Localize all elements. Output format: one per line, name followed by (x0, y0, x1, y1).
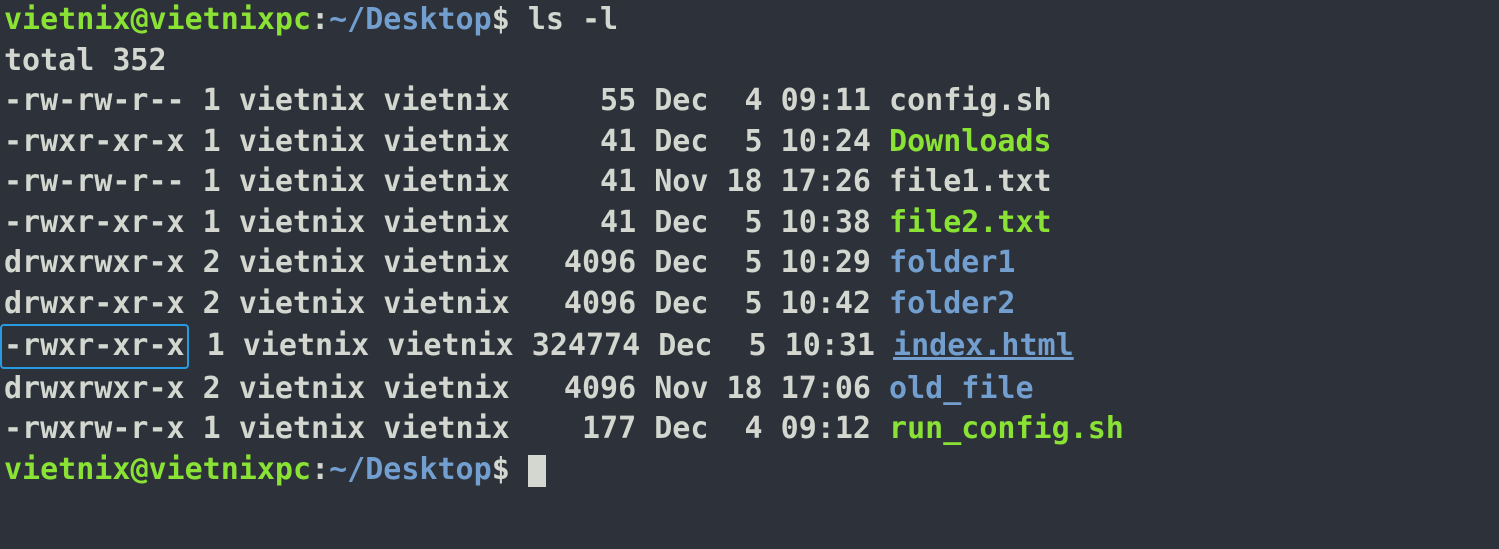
file-row: -rwxrw-r-x 1 vietnix vietnix 177 Dec 4 0… (4, 409, 1495, 450)
permissions: drwxr-xr-x (4, 286, 185, 321)
command-text (510, 2, 528, 37)
permissions: -rwxr-xr-x (4, 124, 185, 159)
file-name: run_config.sh (889, 411, 1124, 446)
terminal[interactable]: vietnix@vietnixpc:~/Desktop$ ls -l total… (0, 0, 1499, 490)
permissions: -rw-rw-r-- (4, 164, 185, 199)
prompt-dollar: $ (492, 452, 510, 487)
permissions-highlight: -rwxr-xr-x (0, 324, 189, 369)
file-meta: 2 vietnix vietnix 4096 Nov 18 17:06 (185, 371, 889, 406)
file-name: Downloads (889, 124, 1052, 159)
file-name: file1.txt (889, 164, 1052, 199)
prompt-line-2: vietnix@vietnixpc:~/Desktop$ (4, 450, 1495, 491)
prompt-user: vietnix (4, 2, 130, 37)
prompt-host: vietnixpc (149, 452, 312, 487)
file-meta: 1 vietnix vietnix 177 Dec 4 09:12 (185, 411, 889, 446)
file-meta: 2 vietnix vietnix 4096 Dec 5 10:29 (185, 245, 889, 280)
prompt-path: ~/Desktop (329, 2, 492, 37)
file-name: folder1 (889, 245, 1015, 280)
prompt-line-1: vietnix@vietnixpc:~/Desktop$ ls -l (4, 0, 1495, 41)
file-row: drwxrwxr-x 2 vietnix vietnix 4096 Dec 5 … (4, 243, 1495, 284)
file-listing: -rw-rw-r-- 1 vietnix vietnix 55 Dec 4 09… (4, 81, 1495, 450)
permissions: -rwxrw-r-x (4, 411, 185, 446)
file-row: -rwxr-xr-x 1 vietnix vietnix 41 Dec 5 10… (4, 203, 1495, 244)
prompt-path: ~/Desktop (329, 452, 492, 487)
prompt-user: vietnix (4, 452, 130, 487)
total-line: total 352 (4, 41, 1495, 82)
permissions: -rw-rw-r-- (4, 83, 185, 118)
prompt-at: @ (130, 452, 148, 487)
file-row: -rwxr-xr-x 1 vietnix vietnix 324774 Dec … (4, 324, 1495, 369)
prompt-at: @ (130, 2, 148, 37)
file-name: folder2 (889, 286, 1015, 321)
file-row: -rwxr-xr-x 1 vietnix vietnix 41 Dec 5 10… (4, 122, 1495, 163)
prompt-host: vietnixpc (149, 2, 312, 37)
permissions: -rwxr-xr-x (4, 205, 185, 240)
file-meta: 1 vietnix vietnix 324774 Dec 5 10:31 (189, 328, 893, 363)
file-meta: 1 vietnix vietnix 41 Dec 5 10:38 (185, 205, 889, 240)
file-meta: 2 vietnix vietnix 4096 Dec 5 10:42 (185, 286, 889, 321)
file-meta: 1 vietnix vietnix 41 Nov 18 17:26 (185, 164, 889, 199)
permissions: drwxrwxr-x (4, 371, 185, 406)
file-name: old_file (889, 371, 1034, 406)
prompt-dollar: $ (492, 2, 510, 37)
file-row: -rw-rw-r-- 1 vietnix vietnix 41 Nov 18 1… (4, 162, 1495, 203)
file-row: drwxr-xr-x 2 vietnix vietnix 4096 Dec 5 … (4, 284, 1495, 325)
cursor (528, 455, 546, 487)
file-row: drwxrwxr-x 2 vietnix vietnix 4096 Nov 18… (4, 369, 1495, 410)
file-name: index.html (893, 328, 1074, 363)
file-row: -rw-rw-r-- 1 vietnix vietnix 55 Dec 4 09… (4, 81, 1495, 122)
file-meta: 1 vietnix vietnix 55 Dec 4 09:11 (185, 83, 889, 118)
permissions: drwxrwxr-x (4, 245, 185, 280)
file-name: config.sh (889, 83, 1052, 118)
prompt-colon: : (311, 452, 329, 487)
file-name: file2.txt (889, 205, 1052, 240)
command: ls -l (528, 2, 618, 37)
prompt-colon: : (311, 2, 329, 37)
file-meta: 1 vietnix vietnix 41 Dec 5 10:24 (185, 124, 889, 159)
